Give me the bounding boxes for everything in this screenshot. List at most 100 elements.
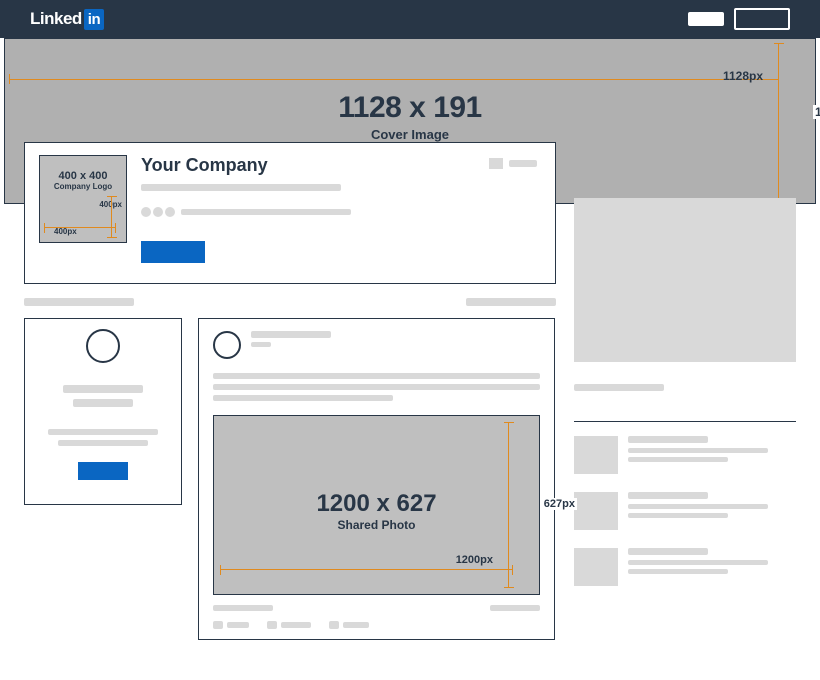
nav-link-placeholder[interactable]: [688, 12, 724, 26]
top-nav: Linked in: [0, 0, 820, 38]
skel-line: [628, 513, 728, 518]
tab-row-placeholder: [24, 298, 556, 306]
follow-button[interactable]: [141, 241, 205, 263]
right-separator: [574, 421, 796, 422]
guide-tick: [115, 223, 116, 233]
logo-text: Linked: [30, 9, 82, 29]
suggestion-item[interactable]: [574, 436, 796, 474]
lower-row: 1200 x 627 Shared Photo 627px 1200px: [24, 318, 556, 640]
guide-tick: [220, 565, 221, 575]
avatar-icon: [86, 329, 120, 363]
skel-line: [628, 504, 768, 509]
post-actions-row: [213, 621, 540, 629]
photo-height-label: 627px: [542, 498, 577, 510]
guide-tick: [512, 565, 513, 575]
post-text-line: [213, 373, 540, 379]
post-text-line: [213, 384, 540, 390]
tab-placeholder[interactable]: [466, 298, 556, 306]
suggestion-item[interactable]: [574, 548, 796, 586]
followers-text-placeholder: [181, 209, 351, 215]
logo-label: Company Logo: [40, 182, 126, 191]
shared-photo-placeholder: 1200 x 627 Shared Photo 627px 1200px: [213, 415, 540, 595]
skel-line: [490, 605, 540, 611]
right-column: [574, 142, 796, 640]
guide-tick: [504, 422, 514, 423]
post-author-lines: [251, 331, 540, 347]
skel-line: [343, 622, 369, 628]
post-reactions-row: [213, 605, 540, 611]
skel-line: [251, 331, 331, 338]
logo-width-label: 400px: [54, 227, 77, 236]
right-heading-placeholder: [574, 384, 664, 391]
ad-placeholder: [574, 198, 796, 362]
skel-line: [58, 440, 148, 446]
post-card: 1200 x 627 Shared Photo 627px 1200px: [198, 318, 555, 640]
skel-line: [628, 560, 768, 565]
suggestion-thumb: [574, 492, 618, 530]
side-action-button[interactable]: [78, 462, 128, 480]
logo-v-guide: [111, 196, 112, 238]
cover-width-label: 1128px: [723, 69, 763, 83]
action-icon: [329, 621, 339, 629]
cover-height-label: 191px: [813, 105, 820, 119]
skel-line: [628, 457, 728, 462]
logo-h-guide: [44, 227, 116, 228]
skel-line: [213, 605, 273, 611]
skel-line: [628, 436, 708, 443]
tagline-placeholder: [141, 184, 341, 191]
avatar-dot: [153, 207, 163, 217]
skel-line: [63, 385, 143, 393]
post-avatar-icon: [213, 331, 241, 359]
guide-tick: [107, 237, 117, 238]
suggestion-lines: [628, 492, 796, 530]
skel-line: [251, 342, 271, 347]
cover-dimensions: 1128 x 191 Cover Image: [338, 91, 482, 142]
cover-label: Cover Image: [338, 127, 482, 142]
skel-line: [73, 399, 133, 407]
skel-line: [227, 622, 249, 628]
guide-tick: [774, 43, 784, 44]
post-header: [213, 331, 540, 359]
skel-line: [48, 429, 158, 435]
skel-line: [628, 569, 728, 574]
suggestion-lines: [628, 436, 796, 474]
guide-tick: [9, 74, 10, 84]
main-content: 400 x 400 Company Logo 400px 400px Your …: [24, 142, 796, 640]
skel-line: [628, 448, 768, 453]
company-name: Your Company: [141, 155, 541, 176]
suggestion-thumb: [574, 436, 618, 474]
cover-dim-text: 1128 x 191: [338, 91, 482, 125]
post-text-line: [213, 395, 393, 401]
linkedin-logo: Linked in: [30, 9, 104, 30]
photo-v-guide: [508, 422, 509, 588]
suggestion-item[interactable]: [574, 492, 796, 530]
skel-line: [281, 622, 311, 628]
post-action[interactable]: [267, 621, 311, 629]
skel-line: [628, 548, 708, 555]
suggestion-thumb: [574, 548, 618, 586]
left-column: 400 x 400 Company Logo 400px 400px Your …: [24, 142, 556, 640]
avatar-dot: [165, 207, 175, 217]
action-icon: [213, 621, 223, 629]
post-action[interactable]: [329, 621, 369, 629]
nav-button-placeholder[interactable]: [734, 8, 790, 30]
logo-in-badge: in: [84, 9, 104, 30]
followers-row: [141, 207, 541, 217]
company-logo-placeholder: 400 x 400 Company Logo 400px 400px: [39, 155, 127, 243]
company-info: Your Company: [141, 155, 541, 271]
avatar-dot: [141, 207, 151, 217]
photo-dim-text: 1200 x 627: [214, 490, 539, 518]
logo-dim-text: 400 x 400: [40, 170, 126, 182]
follow-icon-placeholder: [489, 158, 503, 169]
about-card: [24, 318, 182, 505]
company-header-card: 400 x 400 Company Logo 400px 400px Your …: [24, 142, 556, 284]
guide-tick: [504, 587, 514, 588]
nav-actions: [688, 8, 790, 30]
skel-line: [628, 492, 708, 499]
guide-tick: [107, 196, 117, 197]
photo-label: Shared Photo: [214, 518, 539, 532]
suggestion-lines: [628, 548, 796, 586]
cover-width-guide: [9, 79, 779, 80]
tab-placeholder[interactable]: [24, 298, 134, 306]
post-action[interactable]: [213, 621, 249, 629]
